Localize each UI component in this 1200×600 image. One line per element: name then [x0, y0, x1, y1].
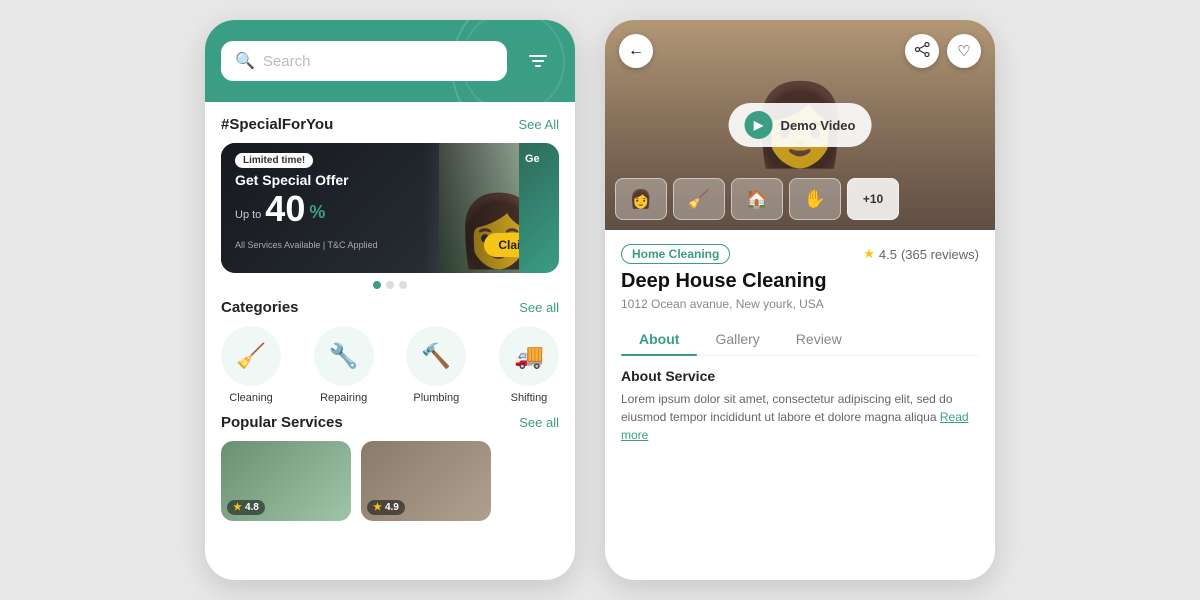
filter-button[interactable] — [517, 40, 559, 82]
popular-title: Popular Services — [221, 414, 343, 431]
popular-cards-row: ★ 4.8 ★ 4.9 — [221, 441, 559, 521]
app-container: 🔍 Search #SpecialForYou See All — [0, 0, 1200, 600]
cleaning-label: Cleaning — [229, 392, 272, 404]
cleaning-icon: 🧹 — [221, 326, 281, 386]
special-title: #SpecialForYou — [221, 116, 333, 133]
popular-card-1[interactable]: ★ 4.8 — [221, 441, 351, 521]
phone-body: #SpecialForYou See All Limited time! Get… — [205, 102, 575, 580]
promo-card[interactable]: Limited time! Get Special Offer Up to 40… — [221, 143, 559, 273]
tab-review[interactable]: Review — [778, 323, 860, 355]
discount-number: 40 — [265, 191, 305, 227]
categories-row: 🧹 Cleaning 🔧 Repairing 🔨 Plumbing 🚚 Shif… — [221, 326, 559, 404]
service-tag: Home Cleaning — [621, 244, 730, 264]
special-section-header: #SpecialForYou See All — [221, 116, 559, 133]
promo-footer: All Services Available | T&C Applied Cla… — [235, 233, 545, 257]
special-see-all[interactable]: See All — [519, 117, 559, 132]
demo-video-label: Demo Video — [781, 118, 856, 133]
search-icon: 🔍 — [235, 51, 255, 71]
tab-gallery[interactable]: Gallery — [697, 323, 777, 355]
detail-hero: 👩 ← — [605, 20, 995, 230]
service-tag-row: Home Cleaning ★ 4.5 (365 reviews) — [621, 244, 979, 264]
favorite-button[interactable]: ♡ — [947, 34, 981, 68]
promo-second-card-peek: Ge — [519, 143, 559, 273]
search-bar[interactable]: 🔍 Search — [221, 41, 507, 81]
dot-1[interactable] — [373, 281, 381, 289]
back-icon: ← — [628, 42, 644, 60]
promo-overlay: Limited time! Get Special Offer Up to 40… — [221, 143, 559, 273]
star-icon-2: ★ — [373, 502, 382, 513]
phone-right: 👩 ← — [605, 20, 995, 580]
thumbnail-4[interactable]: ✋ — [789, 178, 841, 220]
rating-value-1: 4.8 — [245, 502, 259, 513]
about-section-title: About Service — [621, 368, 979, 384]
star-icon-detail: ★ — [863, 246, 875, 262]
rating-row: ★ 4.5 (365 reviews) — [863, 246, 979, 262]
share-icon — [915, 42, 930, 61]
thumbnail-more[interactable]: +10 — [847, 178, 899, 220]
share-button[interactable] — [905, 34, 939, 68]
promo-fine-print: All Services Available | T&C Applied — [235, 240, 378, 250]
service-title: Deep House Cleaning — [621, 270, 979, 293]
popular-section: Popular Services See all ★ 4.8 ★ 4.9 — [221, 414, 559, 521]
search-placeholder: Search — [263, 53, 493, 70]
detail-tabs: About Gallery Review — [621, 323, 979, 356]
about-text-content: Lorem ipsum dolor sit amet, consectetur … — [621, 392, 953, 424]
detail-body: Home Cleaning ★ 4.5 (365 reviews) Deep H… — [605, 230, 995, 580]
back-button[interactable]: ← — [619, 34, 653, 68]
thumbnail-row: 👩 🧹 🏠 ✋ +10 — [615, 178, 899, 220]
rating-value-2: 4.9 — [385, 502, 399, 513]
carousel-dots — [221, 281, 559, 289]
dot-2[interactable] — [386, 281, 394, 289]
demo-video-button[interactable]: ▶ Demo Video — [729, 103, 872, 147]
shifting-label: Shifting — [511, 392, 548, 404]
service-address: 1012 Ocean avanue, New yourk, USA — [621, 297, 979, 311]
promo-title: Get Special Offer — [235, 172, 545, 189]
discount-percent: % — [309, 202, 325, 223]
category-plumbing[interactable]: 🔨 Plumbing — [406, 326, 466, 404]
reviews-count: (365 reviews) — [901, 247, 979, 262]
phone-header: 🔍 Search — [205, 20, 575, 102]
rating-badge-2: ★ 4.9 — [367, 500, 405, 515]
category-shifting[interactable]: 🚚 Shifting — [499, 326, 559, 404]
heart-icon: ♡ — [957, 42, 970, 60]
hero-actions: ♡ — [905, 34, 981, 68]
dot-3[interactable] — [399, 281, 407, 289]
plumbing-icon: 🔨 — [406, 326, 466, 386]
thumbnail-2[interactable]: 🧹 — [673, 178, 725, 220]
rating-badge-1: ★ 4.8 — [227, 500, 265, 515]
categories-header: Categories See all — [221, 299, 559, 316]
up-to-label: Up to — [235, 209, 261, 221]
repairing-label: Repairing — [320, 392, 367, 404]
plumbing-label: Plumbing — [413, 392, 459, 404]
popular-see-all[interactable]: See all — [519, 415, 559, 430]
play-icon: ▶ — [745, 111, 773, 139]
thumbnail-1[interactable]: 👩 — [615, 178, 667, 220]
thumbnail-3[interactable]: 🏠 — [731, 178, 783, 220]
repairing-icon: 🔧 — [314, 326, 374, 386]
popular-header: Popular Services See all — [221, 414, 559, 431]
star-icon-1: ★ — [233, 502, 242, 513]
limited-badge: Limited time! — [235, 153, 313, 168]
shifting-icon: 🚚 — [499, 326, 559, 386]
promo-discount-row: Up to 40 % — [235, 191, 545, 227]
popular-card-2[interactable]: ★ 4.9 — [361, 441, 491, 521]
tab-about[interactable]: About — [621, 323, 697, 355]
promo-second-text: Ge — [525, 153, 553, 165]
category-cleaning[interactable]: 🧹 Cleaning — [221, 326, 281, 404]
categories-see-all[interactable]: See all — [519, 300, 559, 315]
about-text: Lorem ipsum dolor sit amet, consectetur … — [621, 390, 979, 444]
rating-value-detail: 4.5 — [879, 247, 897, 262]
categories-section: Categories See all 🧹 Cleaning 🔧 Repairin… — [221, 299, 559, 404]
categories-title: Categories — [221, 299, 299, 316]
category-repairing[interactable]: 🔧 Repairing — [314, 326, 374, 404]
phone-left: 🔍 Search #SpecialForYou See All — [205, 20, 575, 580]
